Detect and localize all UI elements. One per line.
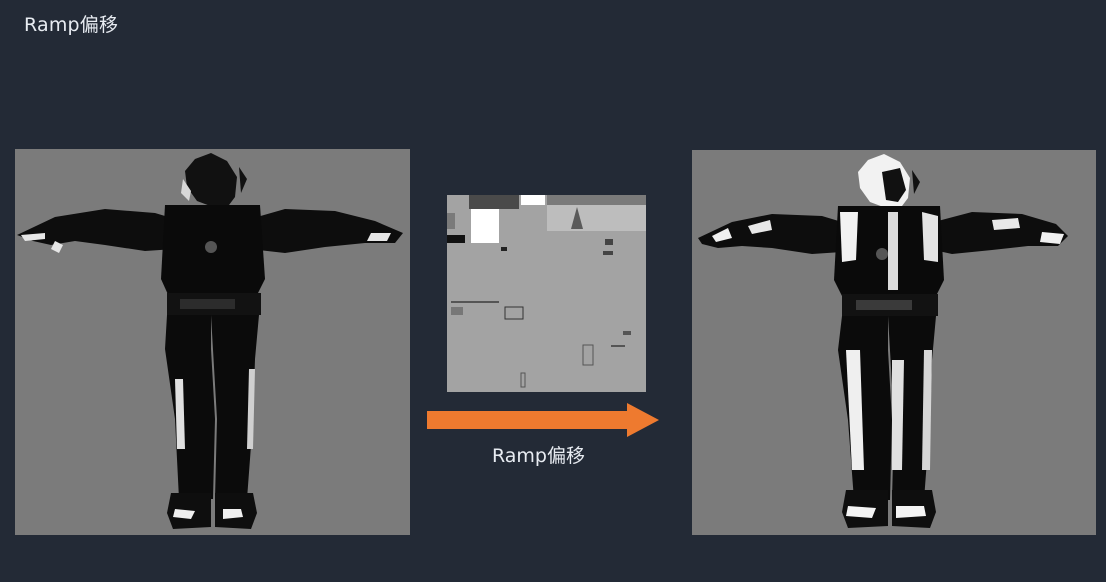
before-character-image [15,149,410,535]
after-character-image [692,150,1096,535]
after-image-panel [692,150,1096,535]
slide-title: Ramp偏移 [24,14,119,36]
ramp-texture-image [447,195,646,392]
before-image-panel [15,149,410,535]
arrow-label: Ramp偏移 [492,445,585,467]
right-arrow-icon [427,403,659,437]
slide: Ramp偏移 Ramp偏移 [0,0,1106,582]
ramp-texture-panel [447,195,646,392]
